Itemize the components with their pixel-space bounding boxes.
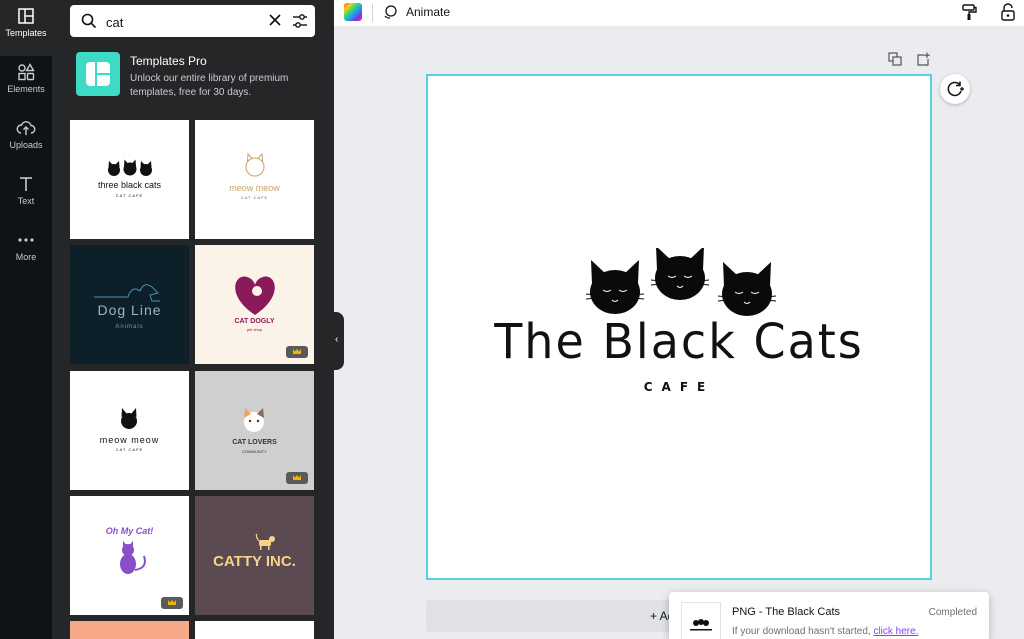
rail-item-templates[interactable]: Templates — [0, 0, 52, 56]
rail-item-elements[interactable]: Elements — [0, 56, 52, 112]
template-thumbnail[interactable]: CAT DOGLY pet shop — [195, 245, 314, 364]
template-subtitle: COMMUNITY — [242, 449, 267, 454]
template-thumbnail-partial[interactable] — [70, 621, 189, 639]
template-title: meow meow — [99, 435, 160, 445]
filter-icon[interactable] — [290, 11, 310, 31]
rail-label: Elements — [7, 84, 45, 94]
template-subtitle: CAT CAFE — [115, 193, 144, 198]
cloud-upload-icon — [16, 121, 36, 135]
template-subtitle: pet shop — [246, 327, 263, 332]
template-thumbnail[interactable]: meow meow CAT CAFE — [70, 371, 189, 490]
rail-label: Templates — [5, 28, 47, 38]
rail-label: Uploads — [9, 140, 43, 150]
page-tools — [888, 52, 932, 68]
logo-title[interactable]: The Black Cats — [428, 313, 930, 370]
template-title: CAT LOVERS — [232, 439, 277, 446]
search-box — [70, 5, 315, 37]
template-thumbnail[interactable]: meow meow CAT CAFE — [195, 120, 314, 239]
color-palette-button[interactable] — [344, 3, 362, 21]
template-title: Dog Line — [97, 302, 162, 318]
premium-crown-icon — [286, 346, 308, 358]
search-input[interactable] — [104, 11, 258, 33]
templates-pro-promo[interactable]: Templates Pro Unlock our entire library … — [76, 52, 316, 100]
collapse-panel-handle[interactable]: ‹ — [334, 312, 344, 370]
templates-panel: Templates Pro Unlock our entire library … — [52, 0, 334, 639]
rail-label: More — [15, 252, 37, 262]
animate-label: Animate — [406, 5, 451, 19]
template-thumbnail[interactable]: Oh My Cat! — [70, 496, 189, 615]
template-subtitle: Animals — [115, 324, 144, 330]
toolbar-divider — [372, 4, 373, 22]
rail-item-more[interactable]: More — [0, 224, 52, 280]
template-thumbnail[interactable]: CAT LOVERS COMMUNITY — [195, 371, 314, 490]
download-thumbnail — [681, 602, 721, 639]
left-rail: Templates Elements Uploads Text More — [0, 0, 52, 639]
rail-label: Text — [17, 196, 35, 206]
download-toast: PNG - The Black Cats Completed If your d… — [669, 592, 989, 639]
editor-toolbar: Animate — [334, 0, 1024, 26]
template-title: CAT DOGLY — [234, 318, 275, 325]
regenerate-button[interactable] — [940, 74, 970, 104]
template-title: Oh My Cat! — [105, 526, 154, 536]
lock-icon[interactable] — [1000, 3, 1016, 21]
add-page-icon[interactable] — [916, 52, 930, 66]
text-icon — [20, 177, 32, 191]
click-here-link[interactable]: click here. — [873, 626, 918, 637]
search-icon — [81, 13, 97, 29]
templates-pro-logo — [76, 52, 120, 96]
template-subtitle: CAT CAFE — [115, 447, 144, 452]
template-thumbnail[interactable]: three black cats CAT CAFE — [70, 120, 189, 239]
promo-description: Unlock our entire library of premium tem… — [130, 73, 289, 98]
logo-subtitle[interactable]: CAFE — [428, 380, 930, 394]
animate-icon — [384, 5, 397, 19]
template-title: meow meow — [229, 183, 280, 193]
download-status: Completed — [928, 607, 977, 618]
shapes-icon — [18, 63, 35, 81]
clear-search-icon[interactable] — [266, 11, 284, 29]
template-title: CATTY INC. — [213, 553, 296, 570]
download-note-text: If your download hasn't started, — [732, 626, 874, 637]
template-thumbnail[interactable]: CATTY INC. — [195, 496, 314, 615]
template-title: three black cats — [97, 180, 162, 190]
paint-roller-icon[interactable] — [960, 3, 978, 21]
design-canvas[interactable]: The Black Cats CAFE — [426, 74, 932, 580]
download-note: If your download hasn't started, click h… — [732, 626, 918, 637]
rail-item-uploads[interactable]: Uploads — [0, 112, 52, 168]
premium-crown-icon — [161, 597, 183, 609]
duplicate-page-icon[interactable] — [888, 52, 902, 66]
premium-crown-icon — [286, 472, 308, 484]
template-subtitle: CAT CAFE — [240, 195, 269, 200]
refresh-plus-icon — [947, 81, 964, 97]
rail-item-text[interactable]: Text — [0, 168, 52, 224]
download-file-name: PNG - The Black Cats — [732, 606, 840, 618]
promo-title: Templates Pro — [130, 54, 207, 68]
more-dots-icon — [18, 238, 34, 242]
template-preview — [245, 152, 265, 177]
chevron-left-icon: ‹ — [335, 334, 339, 345]
template-thumbnail[interactable]: Dog Line Animals — [70, 245, 189, 364]
layout-icon — [18, 8, 34, 24]
template-preview — [121, 408, 137, 429]
template-thumbnail-partial[interactable] — [195, 621, 314, 639]
